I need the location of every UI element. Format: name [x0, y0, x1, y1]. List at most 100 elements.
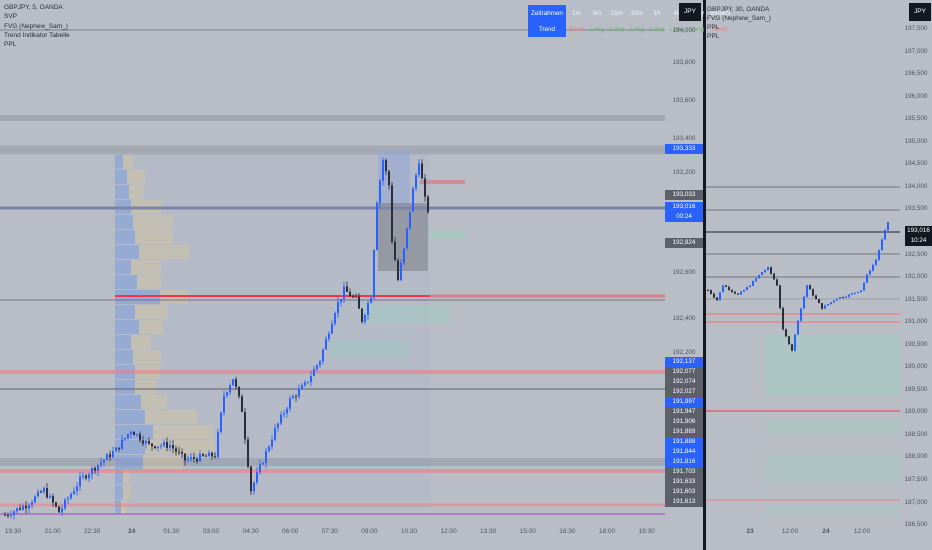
candle	[76, 486, 78, 492]
candle	[734, 291, 736, 294]
candle	[740, 291, 742, 295]
candle	[722, 285, 724, 293]
candle	[25, 505, 27, 509]
price-tick-label: 194,000	[672, 27, 696, 34]
candle	[872, 264, 874, 271]
candle	[178, 451, 180, 453]
left-chart-canvas[interactable]	[0, 0, 703, 520]
candle	[406, 228, 408, 249]
price-tick-label: 193,800	[672, 59, 696, 66]
candle	[37, 491, 39, 497]
candle	[764, 270, 766, 273]
candle	[370, 297, 372, 304]
right-price-axis[interactable]: 197,500 197,000 196,500 196,000 195,500 195,0…	[900, 0, 932, 528]
price-tick-label: 188,500	[904, 430, 928, 438]
poc-line	[115, 295, 430, 297]
right-chart-pane[interactable]: GBPJPY, 30, OANDA FVG (Nephew_Sam_) PPL …	[706, 0, 932, 528]
candle	[385, 160, 387, 172]
candle	[307, 381, 309, 383]
candle	[881, 239, 883, 251]
candle	[49, 496, 51, 498]
ppl-line	[0, 513, 665, 515]
price-tick-label: 193,200	[672, 169, 696, 176]
candle	[43, 488, 45, 493]
candle	[34, 496, 36, 503]
timeframe-cell: 30m	[630, 9, 644, 17]
price-tick-label: 193,400	[672, 135, 696, 142]
legend-ppl-2[interactable]: PPL	[707, 32, 771, 41]
price-tick-label: 197,000	[904, 47, 928, 55]
time-tick-label: 18:00	[598, 528, 616, 535]
candle	[346, 286, 348, 292]
price-tick-label: 189,000	[904, 408, 928, 416]
candle	[289, 398, 291, 409]
candle	[749, 285, 751, 288]
price-line	[706, 231, 900, 233]
candle	[349, 291, 351, 297]
right-legend: GBPJPY, 30, OANDA FVG (Nephew_Sam_) PPL …	[707, 5, 771, 41]
candle	[31, 502, 33, 506]
left-price-axis[interactable]: 194,000 193,800 193,600 193,400 193,200 192,6…	[665, 0, 703, 520]
candle	[271, 439, 273, 447]
candle	[364, 314, 366, 322]
candle	[770, 267, 772, 274]
range-band	[0, 145, 665, 155]
candle	[151, 443, 153, 447]
candle	[100, 462, 102, 465]
candle	[310, 376, 312, 382]
legend-svp[interactable]: SVP	[4, 12, 70, 21]
time-tick-label: 19:30	[638, 528, 655, 535]
candle	[830, 302, 832, 305]
trend-cell: Short	[568, 25, 584, 33]
price-badge: 193,333	[665, 144, 703, 154]
price-badge: 191,703	[665, 467, 703, 477]
time-tick-label: 16:30	[559, 528, 576, 535]
candle	[827, 304, 829, 306]
candle	[124, 437, 126, 440]
candle	[743, 289, 745, 292]
candle	[235, 379, 237, 387]
candle	[211, 452, 213, 457]
left-chart-pane[interactable]: GBPJPY, 5, OANDA SVP FVG (Nephew_Sam_) T…	[0, 0, 731, 520]
price-badge: 193,016	[665, 202, 703, 212]
legend-fvg[interactable]: FVG (Nephew_Sam_)	[707, 14, 771, 23]
bar-countdown: 10:24	[910, 237, 927, 244]
price-badge: 191,603	[665, 487, 703, 497]
candle	[256, 472, 258, 483]
candle	[812, 289, 814, 296]
trend-cell: Long	[589, 25, 604, 33]
candle	[409, 211, 411, 229]
candle	[776, 279, 778, 286]
time-tick-label: 13:30	[480, 528, 497, 535]
timeframe-cell: 5m	[592, 9, 602, 17]
legend-fvg[interactable]: FVG (Nephew_Sam_)	[4, 22, 70, 31]
candle	[355, 296, 357, 298]
candle	[427, 196, 429, 212]
candle	[854, 292, 856, 294]
candle	[866, 274, 868, 283]
candle	[767, 267, 769, 271]
candle	[187, 459, 189, 461]
candle	[851, 293, 853, 295]
candle	[352, 296, 354, 298]
candle	[118, 447, 120, 449]
candle	[301, 385, 303, 390]
legend-symbol[interactable]: GBPJPY, 5, OANDA	[4, 3, 70, 12]
legend-trend-table[interactable]: Trend Indikator Tabelle	[4, 31, 70, 40]
time-axis[interactable]: 19:30 21:00 22:30 24 01:30 03:00 04:30 06:00 07:…	[0, 520, 932, 550]
left-legend: GBPJPY, 5, OANDA SVP FVG (Nephew_Sam_) T…	[4, 3, 70, 49]
candle	[91, 468, 93, 475]
legend-symbol[interactable]: GBPJPY, 30, OANDA	[707, 5, 771, 14]
candle	[229, 385, 231, 393]
legend-ppl[interactable]: PPL	[4, 40, 70, 49]
candle	[340, 299, 342, 303]
candle	[785, 329, 787, 337]
candle	[292, 396, 294, 399]
candle	[316, 365, 318, 370]
candle	[791, 344, 793, 351]
legend-ppl[interactable]: PPL	[707, 23, 771, 32]
fvg-bullish-zone	[430, 230, 465, 240]
candle	[782, 308, 784, 330]
candle	[388, 171, 390, 186]
price-badge: 191,633	[665, 477, 703, 487]
